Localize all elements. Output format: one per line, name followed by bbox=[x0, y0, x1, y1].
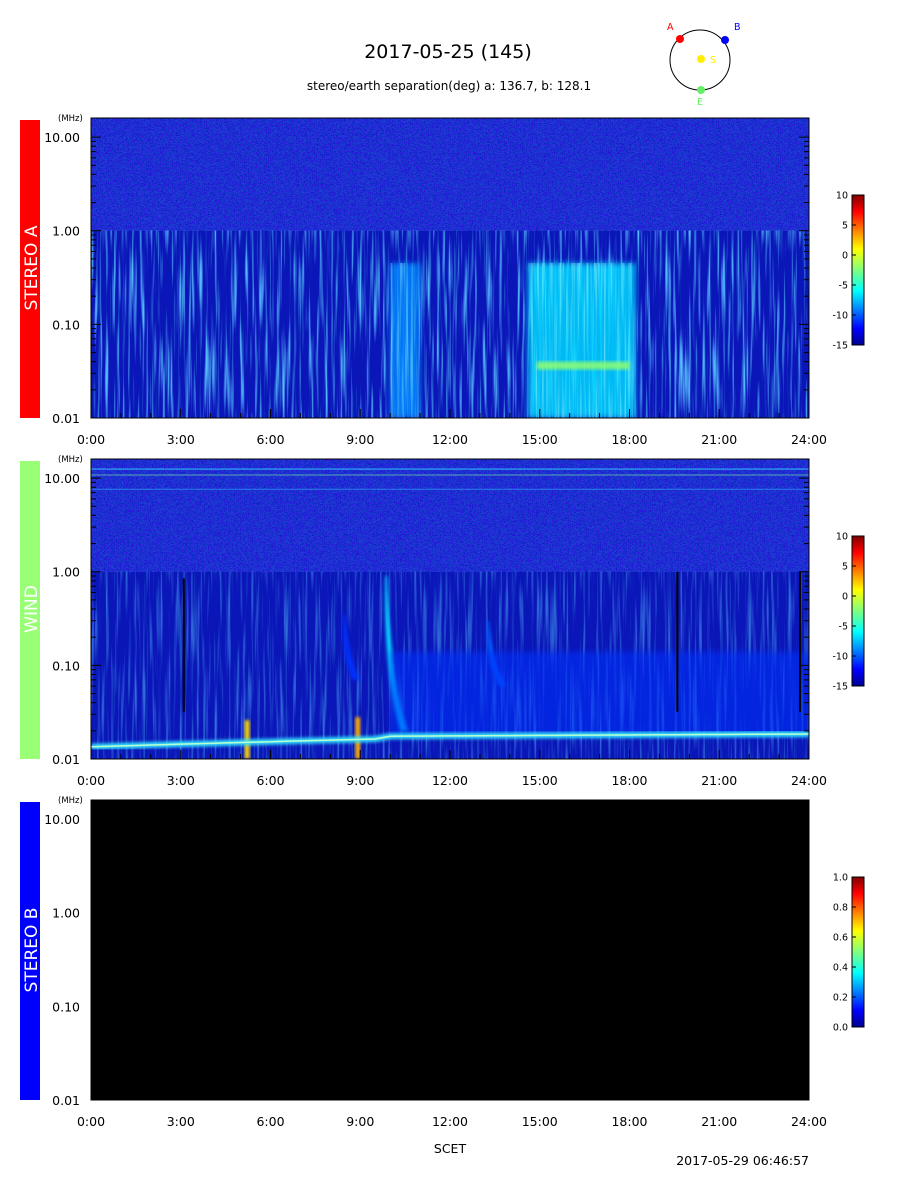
y-tick-label: 10.00 bbox=[44, 812, 80, 827]
colorbar-tick-label: 10 bbox=[836, 532, 848, 543]
colorbar-tick-label: 0.4 bbox=[833, 963, 848, 974]
spectrogram-image bbox=[91, 800, 809, 1100]
y-tick-label: 0.01 bbox=[52, 411, 80, 426]
x-tick-label: 24:00 bbox=[791, 432, 827, 447]
figure-svg: 2017-05-25 (145) stereo/earth separation… bbox=[20, 22, 865, 1168]
x-tick-label: 12:00 bbox=[432, 1114, 468, 1129]
colorbar-tick-label: -15 bbox=[832, 682, 848, 693]
spectrogram-image bbox=[91, 459, 809, 759]
colorbar-tick-label: 5 bbox=[842, 221, 848, 232]
x-tick-label: 3:00 bbox=[167, 432, 195, 447]
earth-label: E bbox=[697, 97, 703, 108]
y-tick-label: 1.00 bbox=[52, 565, 80, 580]
colorbar-tick-label: -5 bbox=[839, 281, 848, 292]
x-tick-label: 18:00 bbox=[611, 773, 647, 788]
x-tick-label: 3:00 bbox=[167, 773, 195, 788]
y-tick-label: 10.00 bbox=[44, 471, 80, 486]
colorbar-tick-label: -5 bbox=[839, 622, 848, 633]
x-tick-label: 6:00 bbox=[256, 432, 284, 447]
x-tick-label: 24:00 bbox=[791, 1114, 827, 1129]
spectrogram-image bbox=[91, 118, 809, 418]
x-tick-label: 9:00 bbox=[346, 432, 374, 447]
x-tick-label: 6:00 bbox=[256, 773, 284, 788]
colorbar-tick-label: 5 bbox=[842, 562, 848, 573]
feature-enhancement-0-texture bbox=[390, 263, 421, 418]
y-axis-unit-label: (MHz) bbox=[58, 114, 83, 124]
spectrogram-background bbox=[91, 800, 809, 1100]
colorbar-tick-label: -10 bbox=[832, 652, 848, 663]
colorbar-tick-label: -10 bbox=[832, 311, 848, 322]
colorbar-tick-label: 0.0 bbox=[833, 1023, 848, 1034]
x-tick-label: 21:00 bbox=[701, 773, 737, 788]
x-tick-label: 21:00 bbox=[701, 432, 737, 447]
sun-marker bbox=[697, 55, 705, 63]
x-tick-label: 9:00 bbox=[346, 773, 374, 788]
x-tick-label: 0:00 bbox=[77, 432, 105, 447]
y-tick-label: 1.00 bbox=[52, 224, 80, 239]
colorbar-tick-label: 0 bbox=[842, 592, 848, 603]
x-tick-label: 9:00 bbox=[346, 1114, 374, 1129]
stereo-b-label: B bbox=[734, 22, 741, 33]
feature-diffuse-emission-3 bbox=[390, 651, 809, 736]
colorbar-tick-label: 10 bbox=[836, 191, 848, 202]
orbit-diagram: S A B E bbox=[667, 22, 741, 108]
colorbar-tick-label: 0.8 bbox=[833, 903, 848, 914]
y-tick-label: 0.10 bbox=[52, 658, 80, 673]
earth-marker bbox=[697, 86, 705, 94]
y-axis-unit-label: (MHz) bbox=[58, 796, 83, 806]
x-tick-label: 0:00 bbox=[77, 1114, 105, 1129]
instrument-label: WIND bbox=[22, 585, 42, 633]
y-tick-label: 0.01 bbox=[52, 752, 80, 767]
chart-subtitle: stereo/earth separation(deg) a: 136.7, b… bbox=[307, 79, 591, 93]
x-tick-label: 21:00 bbox=[701, 1114, 737, 1129]
x-tick-label: 15:00 bbox=[522, 1114, 558, 1129]
y-axis-unit-label: (MHz) bbox=[58, 455, 83, 465]
colorbar bbox=[851, 876, 865, 1028]
x-tick-label: 6:00 bbox=[256, 1114, 284, 1129]
instrument-label: STEREO B bbox=[22, 908, 42, 993]
panels-container: STEREO A(MHz)10.001.000.100.010:00 3:00 6:… bbox=[20, 114, 865, 1129]
stereo-a-marker bbox=[676, 35, 684, 43]
x-tick-label: 18:00 bbox=[611, 1114, 647, 1129]
x-tick-label: 15:00 bbox=[522, 432, 558, 447]
x-axis-label: SCET bbox=[434, 1141, 467, 1156]
stereo-b-marker bbox=[721, 36, 729, 44]
x-tick-label: 18:00 bbox=[611, 432, 647, 447]
colorbar bbox=[851, 535, 865, 687]
colorbar-tick-label: 0.6 bbox=[833, 933, 848, 944]
x-tick-label: 12:00 bbox=[432, 773, 468, 788]
x-tick-label: 15:00 bbox=[522, 773, 558, 788]
y-tick-label: 0.10 bbox=[52, 317, 80, 332]
x-tick-label: 24:00 bbox=[791, 773, 827, 788]
y-tick-label: 1.00 bbox=[52, 906, 80, 921]
spectrogram-panel-1: WIND (MHz) 10.00 1.00 0.10 0.01 0:00 3:00 6:00 9:… bbox=[20, 455, 865, 788]
spectrogram-panel-0: STEREO A (MHz) 10.00 1.00 0.10 0.01 0:00 3:00 6:… bbox=[20, 114, 865, 447]
high-freq-noise bbox=[91, 459, 809, 572]
colorbar bbox=[851, 194, 865, 346]
chart-title: 2017-05-25 (145) bbox=[364, 41, 532, 63]
low-freq-streaks bbox=[91, 230, 809, 418]
sun-label: S bbox=[710, 55, 716, 66]
y-tick-label: 0.10 bbox=[52, 999, 80, 1014]
stereo-a-label: A bbox=[667, 22, 674, 33]
y-tick-label: 10.00 bbox=[44, 130, 80, 145]
y-tick-label: 0.01 bbox=[52, 1093, 80, 1108]
colorbar-tick-label: 0 bbox=[842, 251, 848, 262]
colorbar-tick-label: 0.2 bbox=[833, 993, 848, 1004]
x-tick-label: 3:00 bbox=[167, 1114, 195, 1129]
generated-timestamp: 2017-05-29 06:46:57 bbox=[676, 1153, 809, 1168]
colorbar-tick-label: -15 bbox=[832, 341, 848, 352]
feature-enhancement-1-texture bbox=[527, 263, 636, 418]
spectrogram-panel-2: STEREO B (MHz) 10.00 1.00 0.10 0.01 0:00 3:00 6:… bbox=[20, 796, 865, 1129]
x-tick-label: 12:00 bbox=[432, 432, 468, 447]
colorbar-tick-label: 1.0 bbox=[833, 873, 848, 884]
high-freq-noise bbox=[91, 118, 809, 231]
instrument-label: STEREO A bbox=[22, 225, 42, 310]
x-tick-label: 0:00 bbox=[77, 773, 105, 788]
feature-band-2 bbox=[536, 361, 630, 370]
radio-spectrogram-figure: 2017-05-25 (145) stereo/earth separation… bbox=[0, 0, 900, 1200]
